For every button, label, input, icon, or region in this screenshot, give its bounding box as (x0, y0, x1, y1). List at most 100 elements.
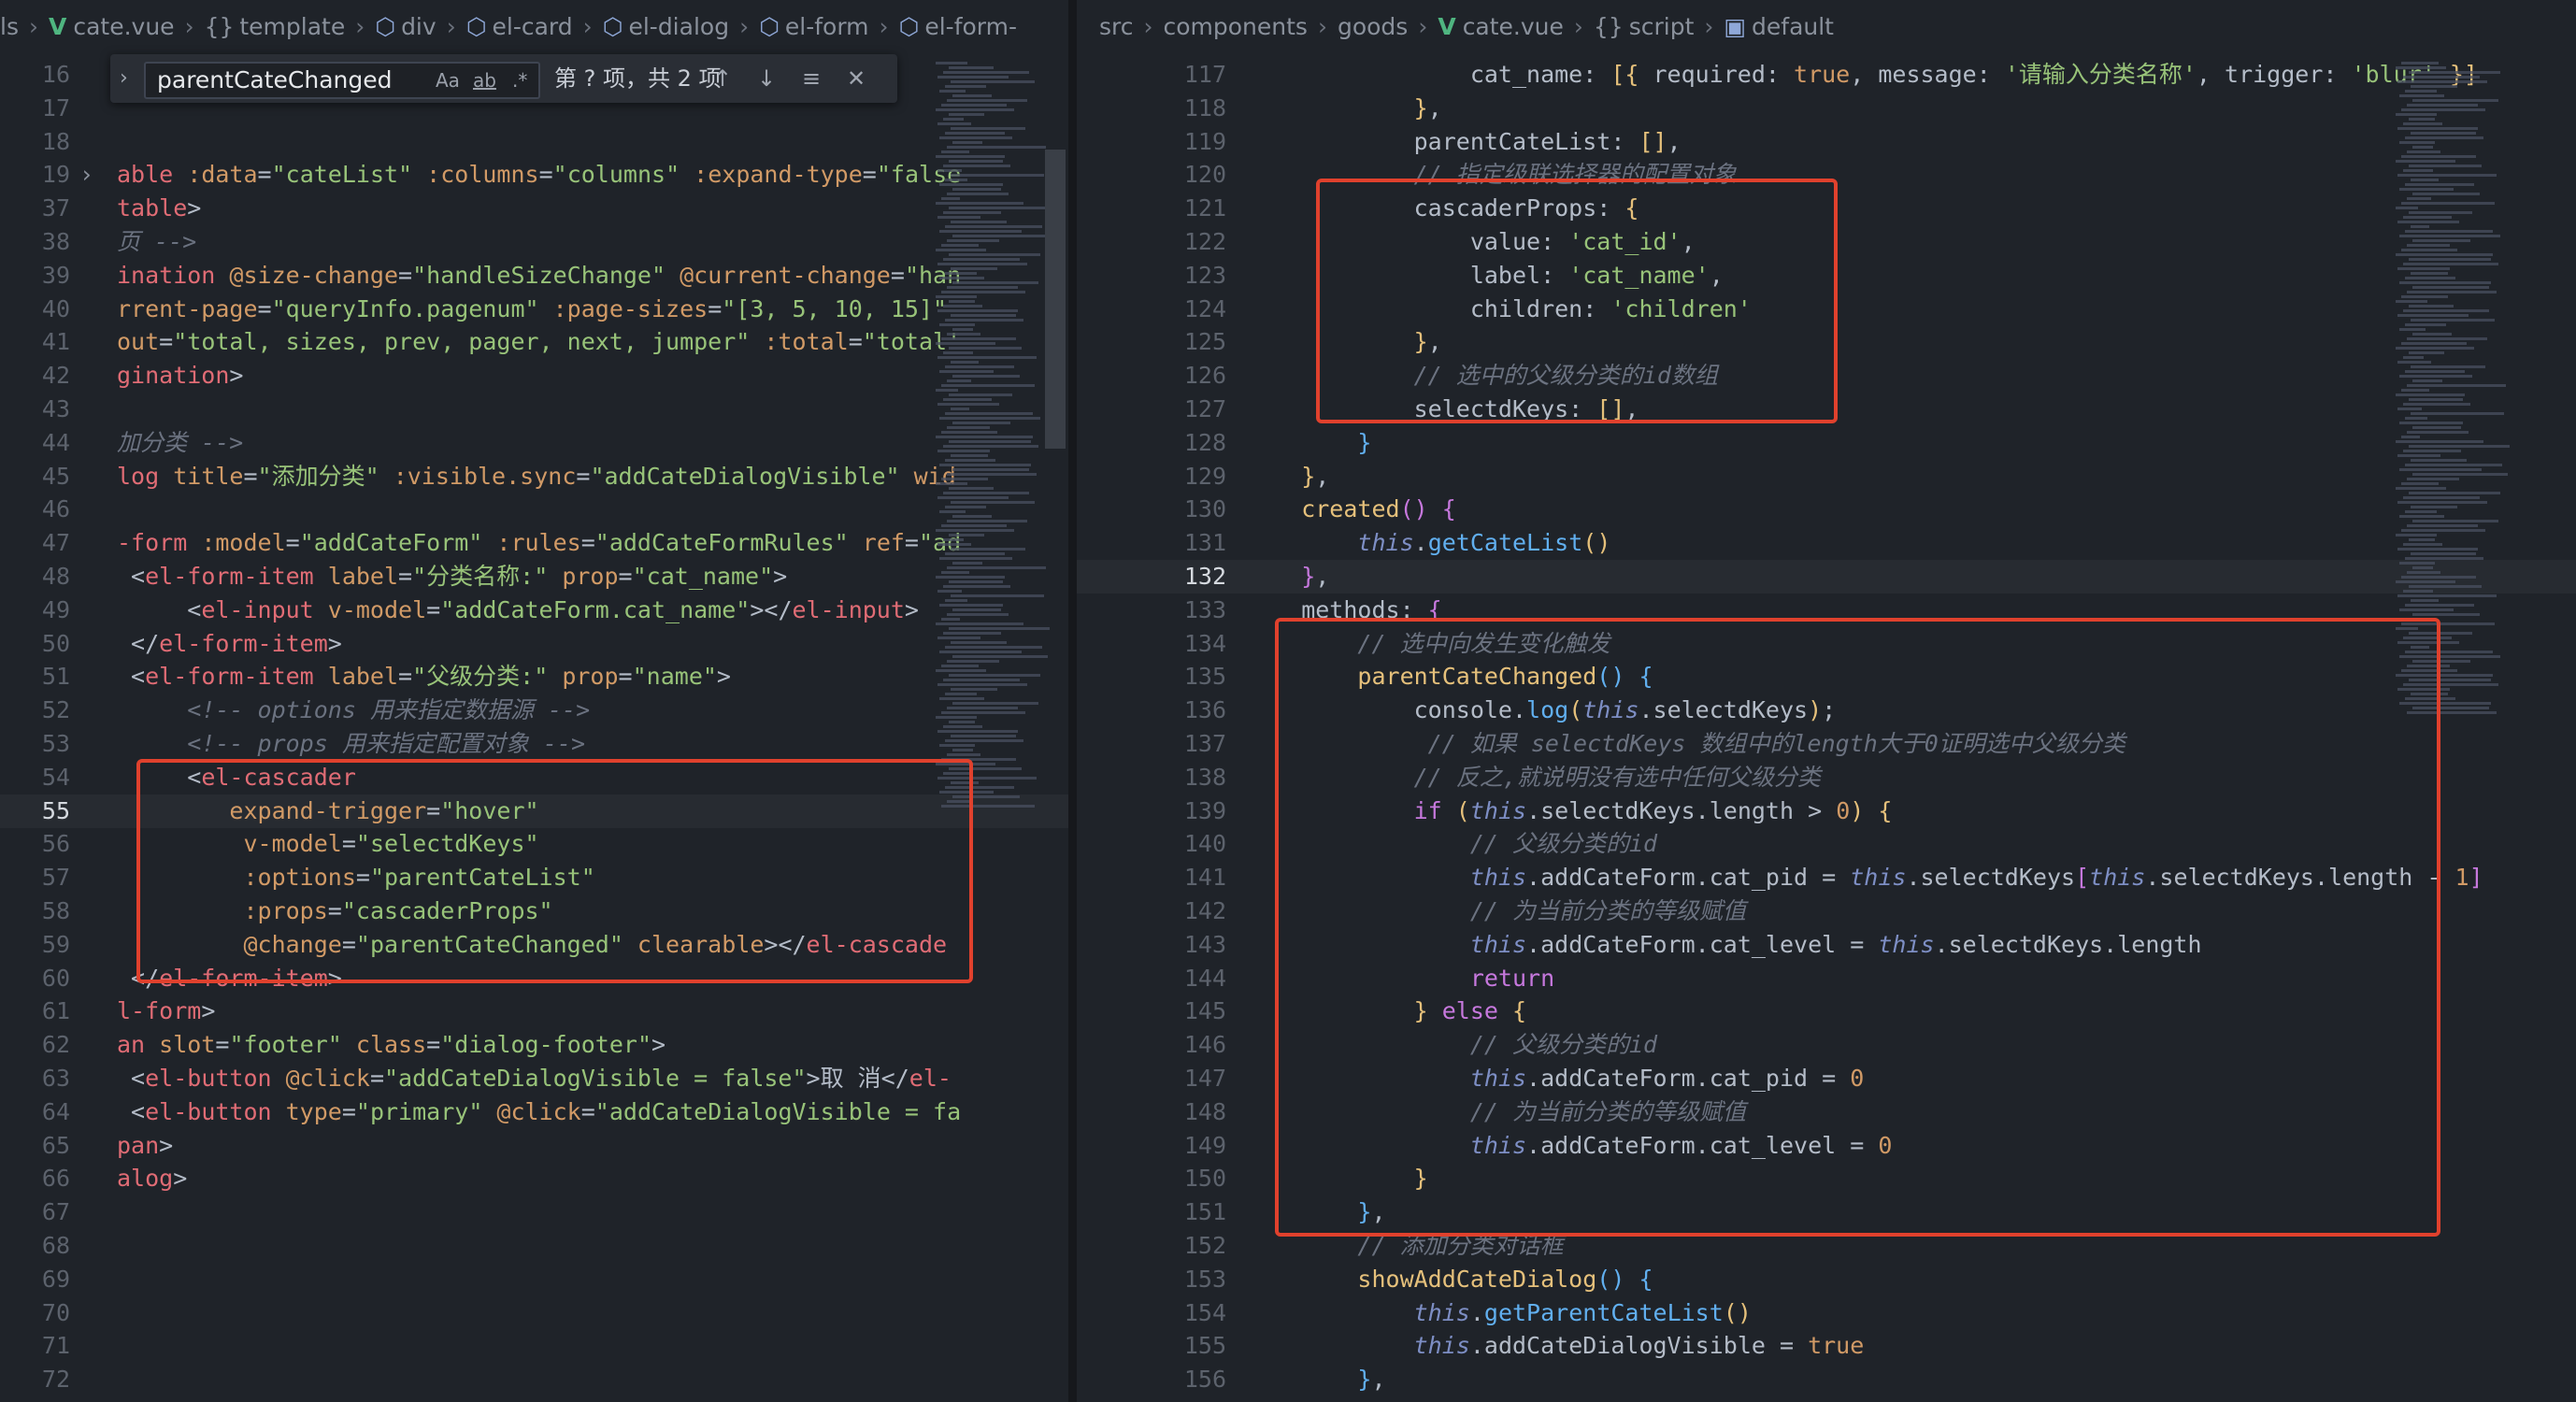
find-input[interactable]: parentCateChanged Aa ab .* (144, 62, 540, 99)
code-line[interactable]: 121 cascaderProps: { (1077, 192, 2576, 225)
code-line[interactable]: 126 // 选中的父级分类的id数组 (1077, 359, 2576, 393)
breadcrumb-item[interactable]: {} template (205, 0, 346, 54)
code-line[interactable]: 41 out="total, sizes, prev, pager, next, … (0, 325, 1068, 359)
code-line[interactable]: 135 parentCateChanged() { (1077, 660, 2576, 694)
code-line[interactable]: 143 this.addCateForm.cat_level = this.se… (1077, 928, 2576, 962)
code-line[interactable]: 154 this.getParentCateList() (1077, 1296, 2576, 1330)
code-line[interactable]: 44 加分类 --> (0, 426, 1068, 460)
code-line[interactable]: 146 // 父级分类的id (1077, 1028, 2576, 1062)
match-case-icon[interactable]: Aa (436, 64, 460, 97)
code-line[interactable]: 61 l-form> (0, 994, 1068, 1028)
code-line[interactable]: 57 :options="parentCateList" (0, 861, 1068, 894)
breadcrumb-item[interactable]: ⬡ el-form (759, 0, 868, 54)
breadcrumb-item[interactable]: ⬡ el-card (466, 0, 573, 54)
code-line[interactable]: 156 }, (1077, 1363, 2576, 1396)
code-line[interactable]: 122 value: 'cat_id', (1077, 225, 2576, 259)
code-line[interactable]: 56 v-model="selectdKeys" (0, 827, 1068, 861)
code-line[interactable]: 67 (0, 1195, 1068, 1229)
right-editor-pane[interactable]: src › components › goods › Vcate.vue ›{} script ›… (1077, 0, 2576, 1402)
regex-icon[interactable]: .* (512, 64, 527, 97)
code-line[interactable]: 55 expand-trigger="hover" (0, 794, 1068, 828)
code-line[interactable]: 40 rrent-page="queryInfo.pagenum" :page-s… (0, 293, 1068, 326)
breadcrumb-item[interactable]: src (1099, 0, 1134, 54)
code-line[interactable]: 147 this.addCateForm.cat_pid = 0 (1077, 1062, 2576, 1095)
code-area[interactable]: 117 cat_name: [{ required: true, message… (1077, 54, 2576, 1402)
code-line[interactable]: 145 } else { (1077, 994, 2576, 1028)
breadcrumb-item[interactable]: ⬡ el-dialog (603, 0, 729, 54)
code-line[interactable]: 46 (0, 493, 1068, 526)
code-line[interactable]: 62 an slot="footer" class="dialog-footer"… (0, 1028, 1068, 1062)
find-widget[interactable]: › parentCateChanged Aa ab .* 第 ? 项，共 2 项… (110, 54, 897, 103)
code-line[interactable]: 48 <el-form-item label="分类名称:" prop="cat… (0, 560, 1068, 594)
code-line[interactable]: 123 label: 'cat_name', (1077, 259, 2576, 293)
code-line[interactable]: 38 页 --> (0, 225, 1068, 259)
code-line[interactable]: 120 // 指定级联选择器的配置对象 (1077, 158, 2576, 192)
next-match-icon[interactable]: ↓ (757, 54, 776, 103)
code-line[interactable]: 130 created() { (1077, 493, 2576, 526)
breadcrumb-item[interactable]: ▣ default (1724, 0, 1834, 54)
code-line[interactable]: 119 parentCateList: [], (1077, 125, 2576, 159)
code-line[interactable]: 128 } (1077, 426, 2576, 460)
breadcrumb-item[interactable]: ⬡ div (375, 0, 436, 54)
code-line[interactable]: 117 cat_name: [{ required: true, message… (1077, 58, 2576, 92)
code-line[interactable]: 71 (0, 1329, 1068, 1363)
breadcrumb-item[interactable]: {} script (1594, 0, 1694, 54)
code-line[interactable]: 51 <el-form-item label="父级分类:" prop="nam… (0, 660, 1068, 694)
code-line[interactable]: 19 › able :data="cateList" :columns="colum… (0, 158, 1068, 192)
code-line[interactable]: 43 (0, 393, 1068, 426)
breadcrumb-item[interactable]: ls (0, 0, 19, 54)
find-in-selection-icon[interactable]: ≡ (802, 54, 821, 103)
code-line[interactable]: 153 showAddCateDialog() { (1077, 1263, 2576, 1296)
minimap[interactable] (2395, 54, 2510, 1402)
code-line[interactable]: 150 } (1077, 1162, 2576, 1195)
code-line[interactable]: 140 // 父级分类的id (1077, 827, 2576, 861)
code-line[interactable]: 136 console.log(this.selectdKeys); (1077, 694, 2576, 727)
code-line[interactable]: 132 }, (1077, 560, 2576, 594)
breadcrumb[interactable]: ls › Vcate.vue ›{} template › ⬡ div › ⬡ el-card › ⬡ e… (0, 0, 1068, 54)
previous-match-icon[interactable]: ↑ (713, 54, 732, 103)
code-line[interactable]: 151 }, (1077, 1195, 2576, 1229)
fold-chevron-icon[interactable]: › (79, 158, 93, 192)
breadcrumb-item[interactable]: Vcate.vue (49, 0, 175, 54)
code-line[interactable]: 125 }, (1077, 325, 2576, 359)
code-line[interactable]: 69 (0, 1263, 1068, 1296)
code-line[interactable]: 155 this.addCateDialogVisible = true (1077, 1329, 2576, 1363)
code-line[interactable]: 42 gination> (0, 359, 1068, 393)
breadcrumb[interactable]: src › components › goods › Vcate.vue › {} script ›… (1099, 0, 2576, 54)
code-line[interactable]: 58 :props="cascaderProps" (0, 894, 1068, 928)
code-line[interactable]: 66 alog> (0, 1162, 1068, 1195)
code-line[interactable]: 59 @change="parentCateChanged" clearable… (0, 928, 1068, 962)
code-line[interactable]: 138 // 反之,就说明没有选中任何父级分类 (1077, 761, 2576, 794)
scrollbar-thumb[interactable] (1045, 150, 1066, 449)
code-line[interactable]: 139 if (this.selectdKeys.length > 0) { (1077, 794, 2576, 828)
code-line[interactable]: 134 // 选中向发生变化触发 (1077, 627, 2576, 661)
whole-word-icon[interactable]: ab (473, 64, 496, 97)
code-line[interactable]: 60 </el-form-item> (0, 962, 1068, 995)
code-line[interactable]: 18 (0, 125, 1068, 159)
code-line[interactable]: 148 // 为当前分类的等级赋值 (1077, 1095, 2576, 1129)
code-line[interactable]: 149 this.addCateForm.cat_level = 0 (1077, 1129, 2576, 1163)
code-line[interactable]: 72 (0, 1363, 1068, 1396)
code-line[interactable]: 50 </el-form-item> (0, 627, 1068, 661)
code-line[interactable]: 141 this.addCateForm.cat_pid = this.sele… (1077, 861, 2576, 894)
breadcrumb-item[interactable]: ⬡ el-form- (899, 0, 1018, 54)
code-line[interactable]: 68 (0, 1229, 1068, 1263)
code-line[interactable]: 37 table> (0, 192, 1068, 225)
code-line[interactable]: 63 <el-button @click="addCateDialogVisib… (0, 1062, 1068, 1095)
code-line[interactable]: 127 selectdKeys: [], (1077, 393, 2576, 426)
breadcrumb-item[interactable]: goods (1338, 0, 1408, 54)
breadcrumb-item[interactable]: components (1164, 0, 1308, 54)
code-line[interactable]: 133 methods: { (1077, 594, 2576, 627)
code-line[interactable]: 39 ination @size-change="handleSizeChange… (0, 259, 1068, 293)
code-line[interactable]: 65 pan> (0, 1129, 1068, 1163)
code-line[interactable]: 142 // 为当前分类的等级赋值 (1077, 894, 2576, 928)
code-line[interactable]: 144 return (1077, 962, 2576, 995)
code-line[interactable]: 49 <el-input v-model="addCateForm.cat_na… (0, 594, 1068, 627)
code-area[interactable]: 16 17 18 19 › able :data="cateList" :columns=… (0, 54, 1068, 1402)
code-line[interactable]: 45 log title="添加分类" :visible.sync="addCat… (0, 460, 1068, 494)
left-editor-pane[interactable]: ls › Vcate.vue ›{} template › ⬡ div › ⬡ el-card › ⬡ e… (0, 0, 1068, 1402)
code-line[interactable]: 54 <el-cascader (0, 761, 1068, 794)
code-line[interactable]: 137 // 如果 selectdKeys 数组中的length大于0证明选中父… (1077, 727, 2576, 761)
code-line[interactable]: 70 (0, 1296, 1068, 1330)
code-line[interactable]: 47 -form :model="addCateForm" :rules="add… (0, 526, 1068, 560)
